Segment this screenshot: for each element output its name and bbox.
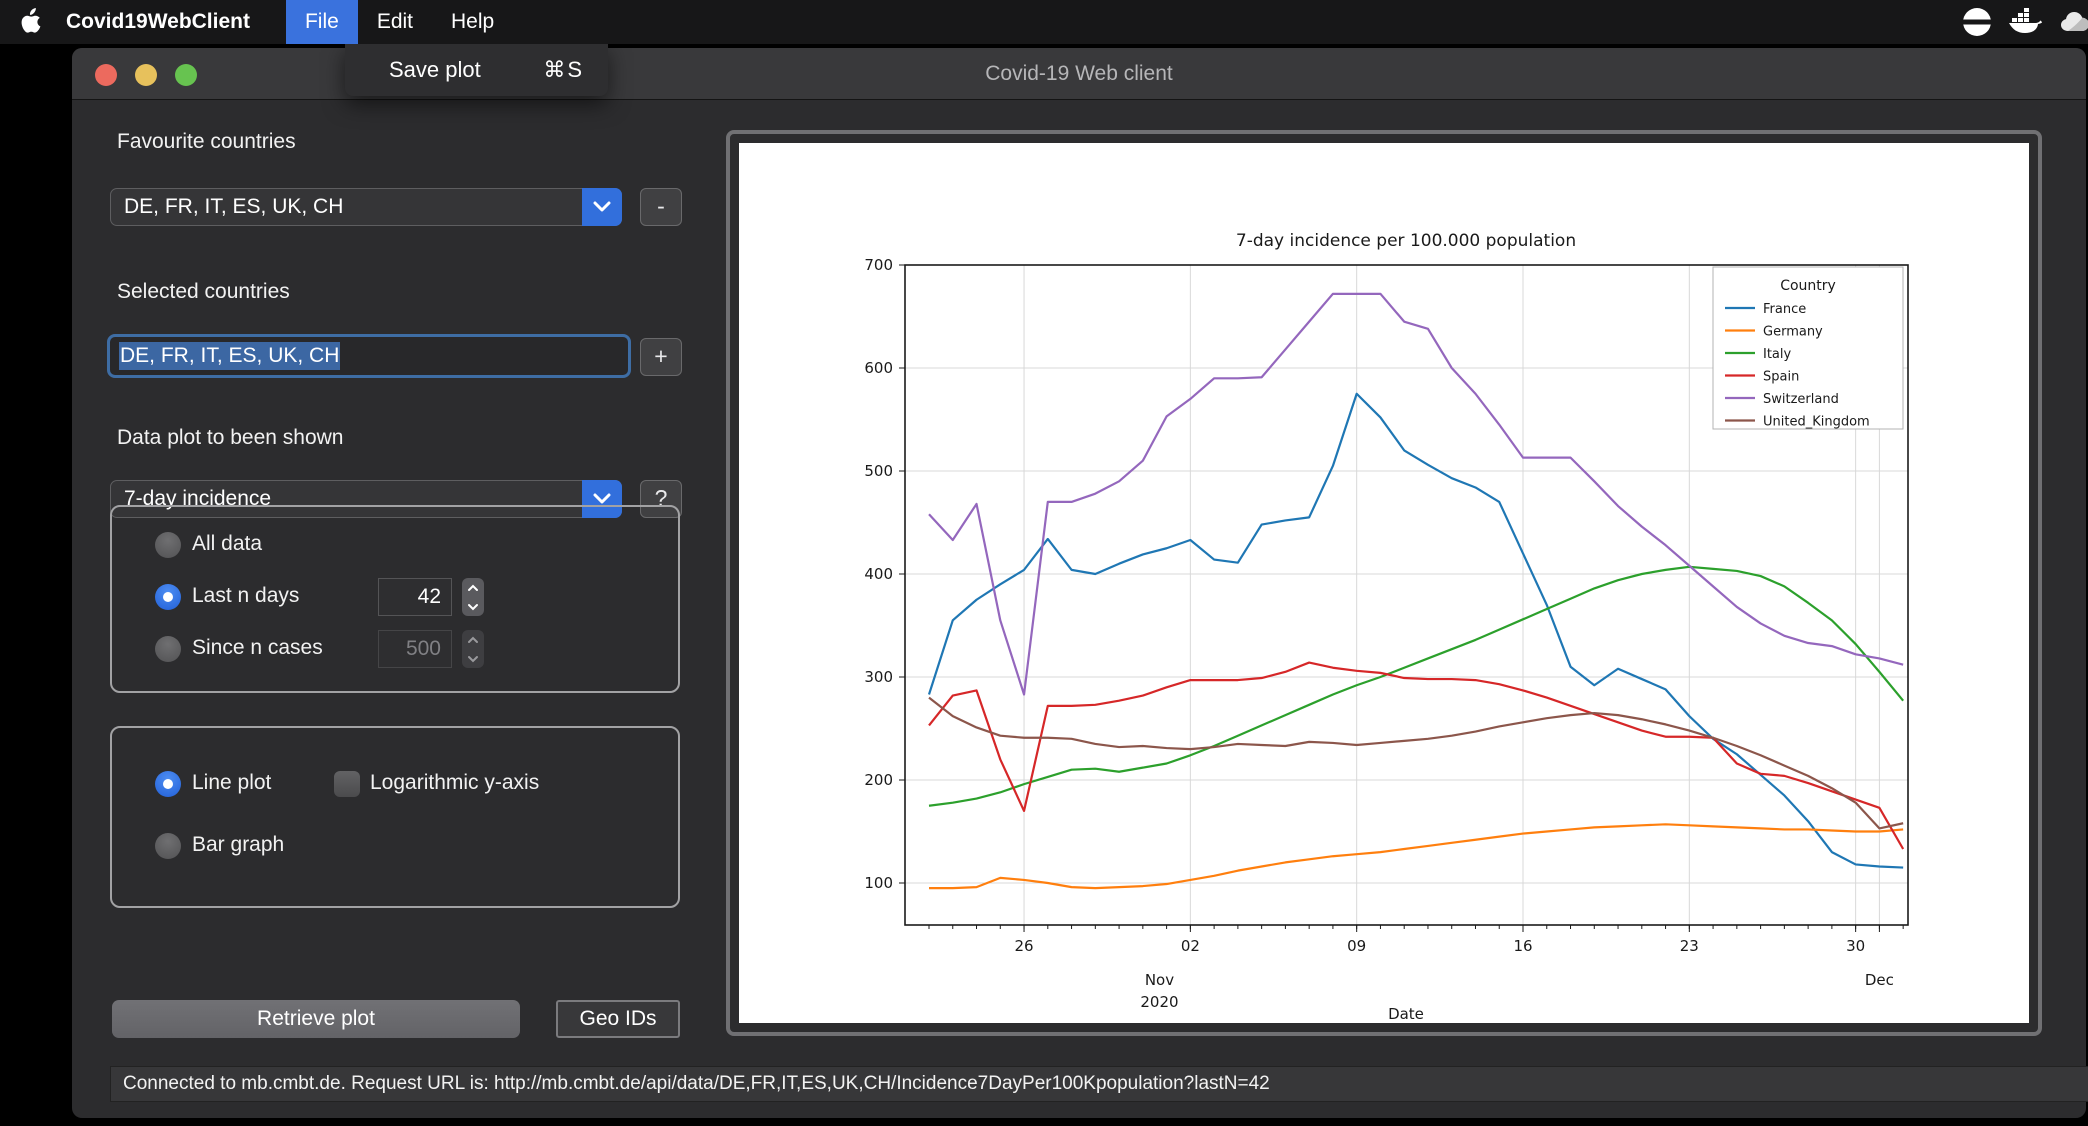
docker-icon[interactable] <box>2008 5 2042 39</box>
svg-text:09: 09 <box>1347 937 1366 955</box>
svg-text:26: 26 <box>1014 937 1033 955</box>
line-plot-radio[interactable] <box>155 771 181 797</box>
svg-text:400: 400 <box>864 565 893 583</box>
svg-text:Dec: Dec <box>1865 971 1894 989</box>
remove-favourite-button[interactable]: - <box>640 188 682 226</box>
svg-text:2020: 2020 <box>1140 993 1178 1011</box>
svg-text:16: 16 <box>1513 937 1532 955</box>
retrieve-plot-button[interactable]: Retrieve plot <box>112 1000 520 1038</box>
svg-text:600: 600 <box>864 359 893 377</box>
svg-text:30: 30 <box>1846 937 1865 955</box>
cloud-icon[interactable] <box>2056 5 2088 39</box>
menu-item-save-plot[interactable]: Save plot ⌘S <box>345 57 608 83</box>
all-data-radio[interactable] <box>155 532 181 558</box>
plot-type-label: Data plot to been shown <box>117 426 344 450</box>
last-n-days-stepper[interactable] <box>462 578 484 616</box>
style-groupbox <box>110 726 680 908</box>
plot-canvas: 26 02 09 16 23 30 100 200 300 400 500 600 700 Nov 2020… <box>739 143 2029 1023</box>
since-n-cases-label: Since n cases <box>192 636 323 660</box>
save-plot-shortcut: ⌘S <box>543 57 584 83</box>
bar-graph-label: Bar graph <box>192 833 284 857</box>
svg-text:United_Kingdom: United_Kingdom <box>1763 415 1870 430</box>
menu-bar: Covid19WebClient File Edit Help <box>0 0 2088 44</box>
log-y-axis-checkbox[interactable] <box>334 771 360 797</box>
status-bar: Connected to mb.cmbt.de. Request URL is:… <box>110 1066 2088 1102</box>
last-n-days-spinbox[interactable]: 42 <box>378 578 452 616</box>
svg-text:Nov: Nov <box>1145 971 1174 989</box>
svg-text:Germany: Germany <box>1763 325 1823 340</box>
selected-countries-value: DE, FR, IT, ES, UK, CH <box>119 342 340 370</box>
menu-edit[interactable]: Edit <box>358 0 432 44</box>
svg-text:7-day incidence per 100.000 po: 7-day incidence per 100.000 population <box>1236 231 1576 251</box>
svg-text:02: 02 <box>1181 937 1200 955</box>
svg-text:200: 200 <box>864 771 893 789</box>
svg-text:100: 100 <box>864 874 893 892</box>
since-n-cases-spinbox: 500 <box>378 630 452 668</box>
apple-icon[interactable] <box>18 8 42 36</box>
last-n-days-label: Last n days <box>192 584 299 608</box>
favourite-countries-value: DE, FR, IT, ES, UK, CH <box>111 189 582 225</box>
chart-svg: 26 02 09 16 23 30 100 200 300 400 500 600 700 Nov 2020… <box>739 143 2029 1023</box>
svg-text:500: 500 <box>864 462 893 480</box>
favourite-countries-select[interactable]: DE, FR, IT, ES, UK, CH <box>110 188 622 226</box>
selected-countries-input[interactable]: DE, FR, IT, ES, UK, CH <box>107 334 631 378</box>
app-window: Covid-19 Web client Favourite countries … <box>72 48 2086 1118</box>
all-data-label: All data <box>192 532 262 556</box>
chevron-down-icon[interactable] <box>582 188 622 226</box>
svg-text:Switzerland: Switzerland <box>1763 392 1839 407</box>
app-name: Covid19WebClient <box>66 10 250 34</box>
file-menu-panel: Save plot ⌘S <box>345 44 608 96</box>
add-favourite-button[interactable]: + <box>640 338 682 376</box>
favourite-countries-label: Favourite countries <box>117 130 296 154</box>
last-n-days-radio[interactable] <box>155 584 181 610</box>
line-plot-label: Line plot <box>192 771 271 795</box>
plot-frame: 26 02 09 16 23 30 100 200 300 400 500 600 700 Nov 2020… <box>726 130 2042 1036</box>
since-n-cases-stepper <box>462 630 484 668</box>
geo-ids-button[interactable]: Geo IDs <box>556 1000 680 1038</box>
menu-file[interactable]: File <box>286 0 358 44</box>
svg-text:Spain: Spain <box>1763 370 1799 385</box>
save-plot-label: Save plot <box>389 57 481 83</box>
svg-text:Italy: Italy <box>1763 347 1792 362</box>
since-n-cases-radio[interactable] <box>155 636 181 662</box>
log-y-axis-label: Logarithmic y-axis <box>370 771 539 795</box>
selected-countries-label: Selected countries <box>117 280 290 304</box>
svg-text:300: 300 <box>864 668 893 686</box>
shutter-icon[interactable] <box>1960 5 1994 39</box>
svg-text:France: France <box>1763 302 1806 317</box>
svg-text:Country: Country <box>1780 278 1836 294</box>
svg-text:23: 23 <box>1680 937 1699 955</box>
bar-graph-radio[interactable] <box>155 833 181 859</box>
menu-help[interactable]: Help <box>432 0 513 44</box>
svg-text:Date: Date <box>1388 1005 1424 1023</box>
svg-text:700: 700 <box>864 256 893 274</box>
